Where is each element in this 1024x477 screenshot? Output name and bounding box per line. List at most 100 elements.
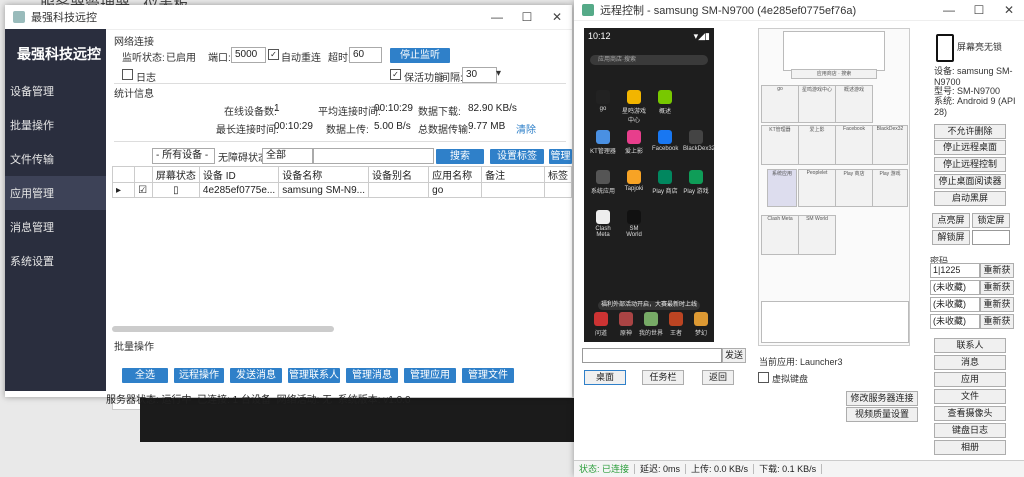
search-button[interactable]: 搜索: [436, 149, 484, 164]
maximize-icon[interactable]: ☐: [512, 10, 542, 24]
password-field[interactable]: (未收藏): [930, 314, 980, 329]
minimize-icon[interactable]: —: [482, 10, 512, 24]
keylog-button[interactable]: 键盘日志: [934, 423, 1006, 438]
unlock-input[interactable]: [972, 230, 1010, 245]
app-glyph-icon: [689, 90, 703, 104]
phone-app-icon[interactable]: Tapjoki: [621, 170, 647, 192]
timeout-input[interactable]: 60: [349, 47, 382, 63]
phone-app-icon[interactable]: Play 游戏: [683, 170, 709, 195]
phone-app-icon[interactable]: [683, 90, 709, 106]
select-all-button[interactable]: 全选: [122, 368, 168, 383]
stop-remote-control-button[interactable]: 停止远程控制: [934, 157, 1006, 172]
main-window-title: 最强科技远控: [31, 12, 97, 24]
sidebar-item-settings[interactable]: 系统设置: [5, 244, 106, 278]
minimize-icon[interactable]: —: [934, 3, 964, 17]
phone-app-icon[interactable]: 星鸣游戏中心: [621, 90, 647, 124]
password-field[interactable]: 1|1225: [930, 263, 980, 278]
phone-app-icon[interactable]: 概述: [652, 90, 678, 115]
phone-app-icon[interactable]: BlackDex32: [683, 130, 715, 152]
phone-screen[interactable]: 10:12 ▾◢▮ 应用商店·搜索 go 星鸣游戏中心 概述 KT管理器 爱上影 Face…: [584, 28, 715, 342]
files-button[interactable]: 文件: [934, 389, 1006, 404]
sidebar-item-files[interactable]: 文件传输: [5, 142, 106, 176]
horizontal-scrollbar[interactable]: [112, 326, 334, 332]
album-button[interactable]: 相册: [934, 440, 1006, 455]
interval-dropdown-icon[interactable]: ▾: [496, 68, 501, 79]
keepalive-checkbox[interactable]: ✓: [390, 69, 401, 80]
close-icon[interactable]: ✕: [994, 3, 1024, 17]
wire-cell: 系统应用: [767, 169, 797, 207]
sidebar-item-devices[interactable]: 设备管理: [5, 74, 106, 108]
video-quality-button[interactable]: 视频质量设置: [846, 407, 918, 422]
ui-hierarchy-view[interactable]: 应用商店 · 搜索 go 星鸣游戏中心 概述游戏 KT管理器 爱上影 Faceb…: [758, 28, 910, 346]
text-send-input[interactable]: [582, 348, 722, 363]
log-checkbox[interactable]: [122, 69, 133, 80]
stop-desktop-reader-button[interactable]: 停止桌面阅读器: [934, 174, 1006, 189]
auto-reconnect-checkbox[interactable]: ✓: [268, 49, 279, 60]
manage-contacts-button[interactable]: 管理联系人: [288, 368, 340, 383]
close-icon[interactable]: ✕: [542, 10, 572, 24]
phone-app-icon[interactable]: go: [590, 90, 616, 112]
connected-status: 已连接: 1 台设备: [197, 395, 272, 406]
phone-app-icon[interactable]: SM World: [621, 210, 647, 238]
dock-app-icon[interactable]: 原神: [613, 312, 639, 337]
lock-screen-button[interactable]: 锁定屏: [972, 213, 1010, 228]
remote-op-button[interactable]: 远程操作: [174, 368, 224, 383]
back-button[interactable]: 返回: [702, 370, 734, 385]
clear-link[interactable]: 清除: [516, 121, 536, 136]
set-tag-button[interactable]: 设置标签: [490, 149, 544, 164]
refresh-button[interactable]: 重新获: [980, 314, 1014, 329]
phone-app-icon[interactable]: 爱上影: [621, 130, 647, 155]
manage-apps-button[interactable]: 管理应用: [404, 368, 456, 383]
no-delete-button[interactable]: 不允许删除: [934, 124, 1006, 139]
virtual-keyboard-checkbox[interactable]: [758, 372, 769, 383]
table-row[interactable]: ▸ ☑ ▯ 4e285ef0775e... samsung SM-N9... g…: [111, 182, 572, 198]
col-header-app: 应用名称: [428, 166, 483, 183]
manage-tag-button[interactable]: 管理标: [549, 149, 572, 164]
dock-label: 王者: [669, 331, 682, 337]
sidebar-item-apps[interactable]: 应用管理: [5, 176, 106, 210]
manage-files-button[interactable]: 管理文件: [462, 368, 514, 383]
wake-screen-button[interactable]: 点亮屏: [932, 213, 970, 228]
maximize-icon[interactable]: ☐: [964, 3, 994, 17]
device-filter-select[interactable]: - 所有设备 -: [152, 148, 215, 164]
password-field[interactable]: (未收藏): [930, 280, 980, 295]
stop-remote-desktop-button[interactable]: 停止远程桌面: [934, 140, 1006, 155]
dock-app-icon[interactable]: 问道: [588, 312, 614, 337]
port-input[interactable]: 5000: [231, 47, 266, 63]
phone-app-icon[interactable]: Play 商店: [652, 170, 678, 195]
dock-app-icon[interactable]: 梦幻: [688, 312, 714, 337]
refresh-button[interactable]: 重新获: [980, 297, 1014, 312]
send-button[interactable]: 发送: [722, 348, 746, 363]
send-message-button[interactable]: 发送消息: [230, 368, 282, 383]
phone-app-icon[interactable]: 系统应用: [590, 170, 616, 195]
row-checkbox[interactable]: ☑: [134, 182, 153, 198]
wire-cell: go: [761, 85, 799, 123]
refresh-button[interactable]: 重新获: [980, 280, 1014, 295]
phone-app-icon[interactable]: Clash Meta: [590, 210, 616, 238]
password-field[interactable]: (未收藏): [930, 297, 980, 312]
home-button[interactable]: 桌面: [584, 370, 626, 385]
stop-listen-button[interactable]: 停止监听: [390, 48, 450, 63]
apps-button[interactable]: 应用: [934, 372, 1006, 387]
modify-server-button[interactable]: 修改服务器连接: [846, 391, 918, 406]
sidebar-item-batch[interactable]: 批量操作: [5, 108, 106, 142]
screen-state-select[interactable]: 全部: [262, 148, 313, 164]
interval-input[interactable]: 30: [462, 67, 497, 83]
dock-app-icon[interactable]: 我的世界: [638, 312, 664, 337]
phone-search-bar[interactable]: 应用商店·搜索: [590, 55, 708, 65]
refresh-button[interactable]: 重新获: [980, 263, 1014, 278]
search-input[interactable]: [313, 148, 434, 164]
start-blackscreen-button[interactable]: 启动黑屏: [934, 191, 1006, 206]
phone-app-icon[interactable]: KT管理器: [590, 130, 616, 155]
camera-button[interactable]: 查看摄像头: [934, 406, 1006, 421]
app-label: BlackDex32: [683, 146, 716, 152]
total-value: 9.77 MB: [468, 121, 506, 132]
manage-messages-button[interactable]: 管理消息: [346, 368, 398, 383]
sidebar-item-messages[interactable]: 消息管理: [5, 210, 106, 244]
taskbar-button[interactable]: 任务栏: [642, 370, 684, 385]
unlock-screen-button[interactable]: 解锁屏: [932, 230, 970, 245]
dock-app-icon[interactable]: 王者: [663, 312, 689, 337]
messages-button[interactable]: 消息: [934, 355, 1006, 370]
contacts-button[interactable]: 联系人: [934, 338, 1006, 353]
phone-app-icon[interactable]: Facebook: [652, 130, 678, 152]
